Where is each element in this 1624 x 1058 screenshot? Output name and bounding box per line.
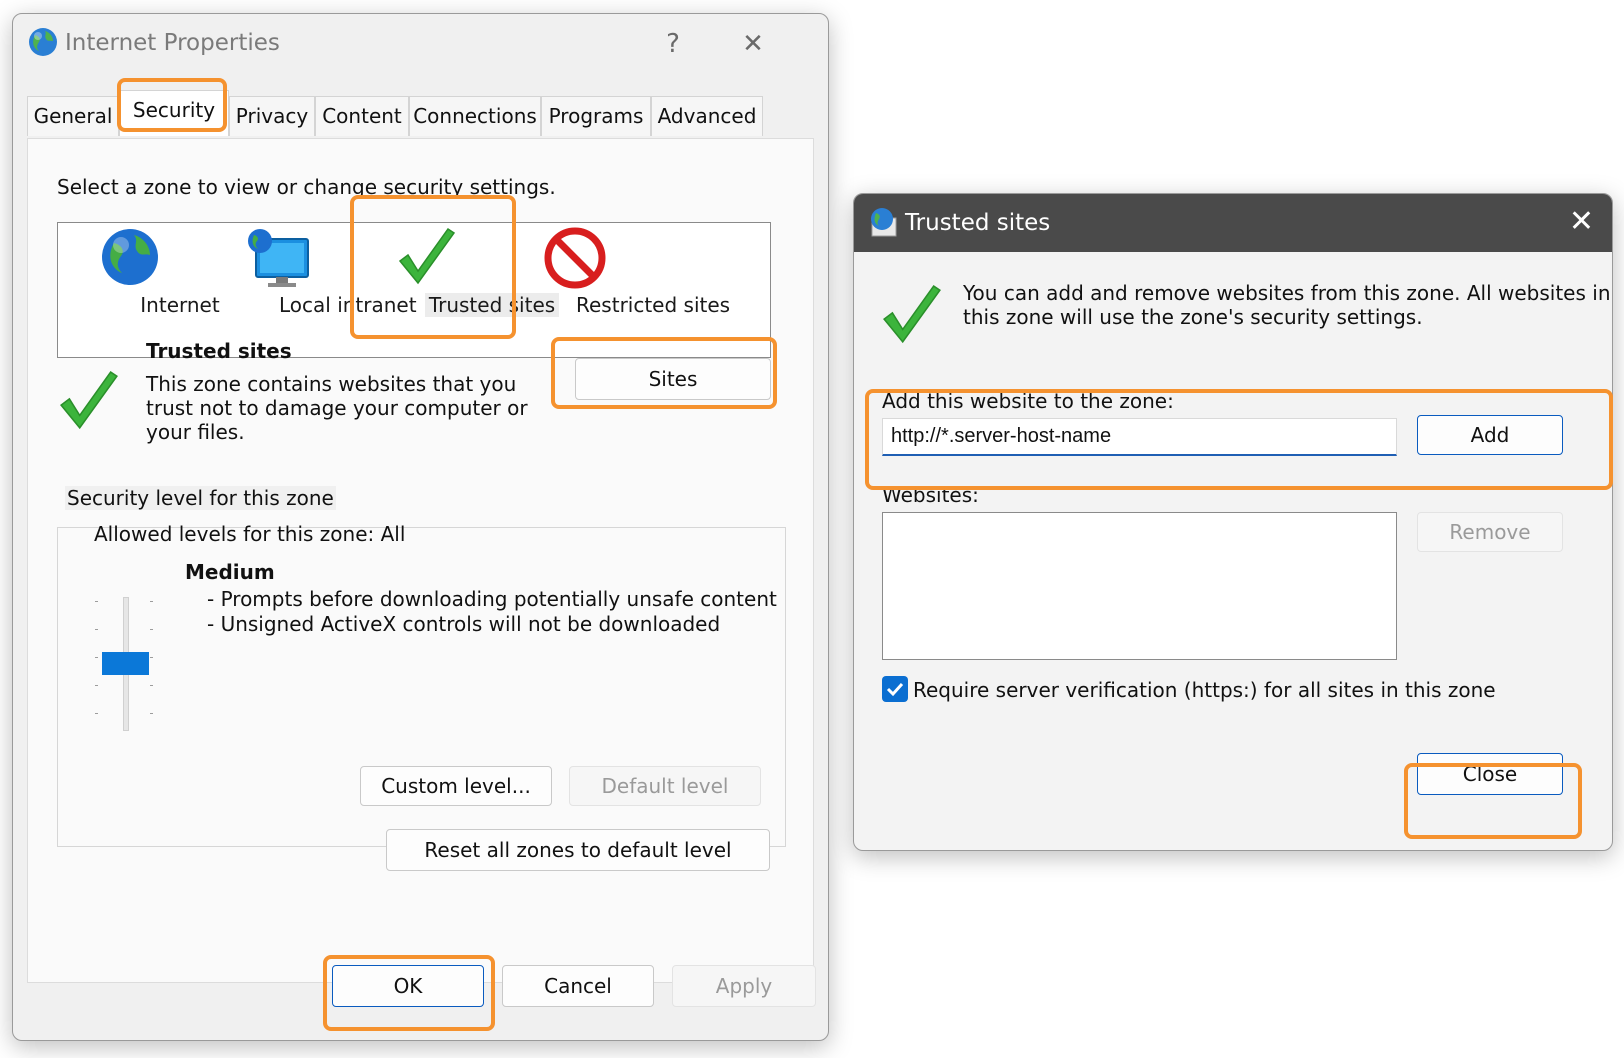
- close-button[interactable]: Close: [1417, 753, 1563, 795]
- zone-prompt: Select a zone to view or change security…: [57, 175, 556, 199]
- sites-button[interactable]: Sites: [575, 358, 771, 400]
- title-bar: Internet Properties ? ✕: [13, 14, 828, 74]
- check-icon: [886, 682, 904, 697]
- security-slider-thumb[interactable]: [102, 652, 149, 675]
- require-https-label: Require server verification (https:) for…: [913, 678, 1496, 702]
- tab-connections[interactable]: Connections: [409, 96, 541, 136]
- globe-icon: [871, 208, 897, 237]
- tab-general[interactable]: General: [27, 96, 119, 136]
- tab-privacy[interactable]: Privacy: [229, 96, 315, 136]
- close-icon[interactable]: ✕: [733, 26, 773, 62]
- globe-icon: [29, 28, 57, 56]
- checkmark-icon: [398, 227, 456, 285]
- default-level-button[interactable]: Default level: [569, 766, 761, 806]
- close-icon[interactable]: ✕: [1569, 204, 1594, 240]
- websites-list[interactable]: [882, 512, 1397, 660]
- dialog-title: Trusted sites: [905, 210, 1051, 236]
- tab-programs[interactable]: Programs: [541, 96, 651, 136]
- zone-heading: Trusted sites: [146, 339, 292, 363]
- zone-description-line: This zone contains websites that you: [146, 372, 517, 396]
- tab-content[interactable]: Content: [315, 96, 409, 136]
- intro-line: You can add and remove websites from thi…: [963, 281, 1611, 305]
- allowed-levels: Allowed levels for this zone: All: [94, 522, 406, 546]
- tab-advanced[interactable]: Advanced: [651, 96, 763, 136]
- remove-button[interactable]: Remove: [1417, 512, 1563, 552]
- custom-level-button[interactable]: Custom level...: [360, 766, 552, 806]
- tab-security[interactable]: Security: [119, 90, 229, 136]
- level-detail: - Unsigned ActiveX controls will not be …: [207, 612, 721, 636]
- ok-button[interactable]: OK: [332, 965, 484, 1007]
- internet-properties-window: Internet Properties ? ✕ General Security…: [12, 13, 829, 1041]
- window-title: Internet Properties: [65, 30, 280, 56]
- checkmark-icon: [60, 371, 118, 430]
- level-detail: - Prompts before downloading potentially…: [207, 587, 777, 611]
- trusted-sites-dialog: Trusted sites ✕ You can add and remove w…: [853, 193, 1613, 851]
- no-entry-icon: [544, 227, 606, 289]
- zone-list: Internet Local intranet Trusted sites Re…: [57, 222, 771, 358]
- globe-icon: [102, 229, 158, 285]
- apply-button[interactable]: Apply: [672, 965, 816, 1007]
- cancel-button[interactable]: Cancel: [502, 965, 654, 1007]
- zone-trusted-sites[interactable]: Trusted sites: [358, 223, 559, 359]
- level-name: Medium: [185, 560, 275, 584]
- help-icon[interactable]: ?: [653, 26, 693, 62]
- website-input[interactable]: [882, 418, 1397, 456]
- monitor-globe-icon: [248, 229, 309, 287]
- require-https-checkbox[interactable]: [882, 676, 908, 702]
- reset-all-zones-button[interactable]: Reset all zones to default level: [386, 829, 770, 871]
- add-website-label: Add this website to the zone:: [882, 389, 1174, 413]
- zone-label: Restricted sites: [576, 293, 731, 317]
- websites-label: Websites:: [882, 483, 979, 507]
- zone-description-line: trust not to damage your computer or: [146, 396, 528, 420]
- zone-restricted-sites[interactable]: Restricted sites: [506, 223, 730, 359]
- checkmark-icon: [883, 285, 941, 344]
- zone-description-line: your files.: [146, 420, 245, 444]
- group-label: Security level for this zone: [65, 486, 336, 510]
- title-bar: Trusted sites ✕: [854, 194, 1612, 252]
- add-button[interactable]: Add: [1417, 415, 1563, 455]
- intro-line: this zone will use the zone's security s…: [963, 305, 1423, 329]
